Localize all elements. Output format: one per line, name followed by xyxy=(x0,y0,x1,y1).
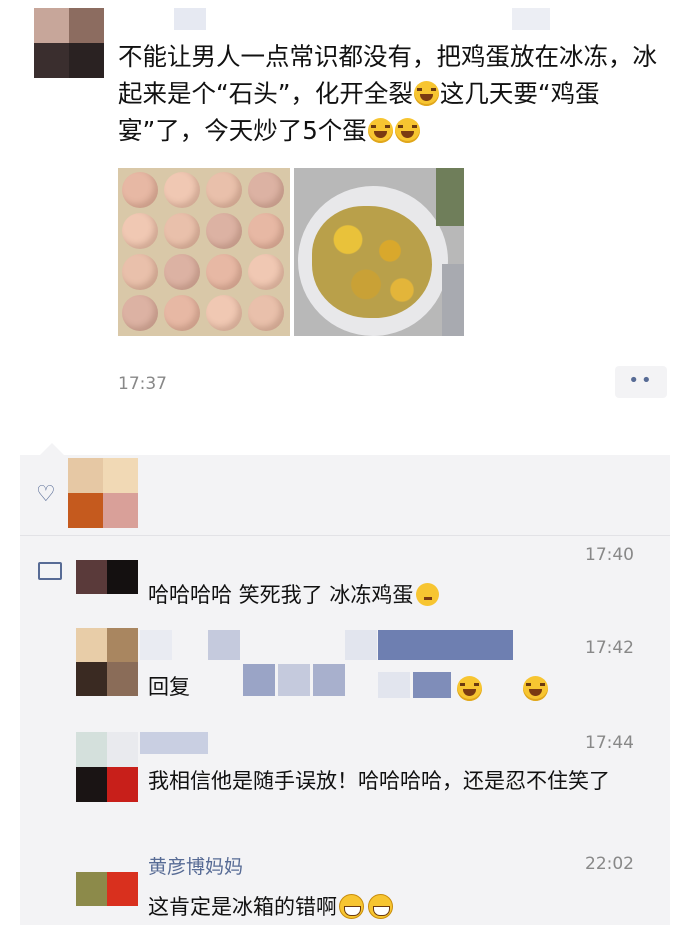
poster-name-blurred xyxy=(174,8,206,30)
comment-text-4: 这肯定是冰箱的错啊 xyxy=(148,892,395,923)
crying-laughing-emoji-icon xyxy=(394,118,420,143)
comment-time-1: 17:40 xyxy=(585,545,634,565)
egg xyxy=(122,213,158,249)
egg xyxy=(206,295,242,331)
side-dish-2 xyxy=(442,264,464,336)
poster-name-blurred-2 xyxy=(512,8,550,30)
comment-icon xyxy=(38,562,62,580)
egg xyxy=(122,254,158,290)
heart-outline-icon: ♡ xyxy=(36,482,56,507)
photo-eggs-tray[interactable] xyxy=(118,168,290,336)
scrambled-egg-pile xyxy=(312,206,432,318)
grinning-emoji-icon xyxy=(368,894,393,919)
commenter-avatar-3[interactable] xyxy=(76,732,138,802)
blurred-name-2g xyxy=(378,630,513,660)
post-time: 17:37 xyxy=(118,374,167,394)
poster-avatar[interactable] xyxy=(34,8,104,78)
blurred-name-2i xyxy=(413,672,451,698)
commenter-avatar-1[interactable] xyxy=(76,560,138,594)
thinking-emoji-icon xyxy=(416,583,440,606)
comment-time-2: 17:42 xyxy=(585,638,634,658)
photo-scrambled-eggs[interactable] xyxy=(294,168,464,336)
crying-laughing-emoji-icon xyxy=(367,118,393,143)
comment-time-3: 17:44 xyxy=(585,733,634,753)
blurred-name-2e xyxy=(313,664,345,696)
commenter-name-4[interactable]: 黄彦博妈妈 xyxy=(148,852,243,879)
side-dish xyxy=(436,168,464,226)
commenter-avatar-2[interactable] xyxy=(76,628,138,696)
liker-avatar[interactable] xyxy=(68,458,138,528)
comment-area-notch xyxy=(40,443,64,455)
blurred-name-2d xyxy=(278,664,310,696)
blurred-name-3 xyxy=(140,732,208,754)
egg xyxy=(248,254,284,290)
comment-text-1: 哈哈哈哈 笑死我了 冰冻鸡蛋 xyxy=(148,580,440,611)
egg xyxy=(248,172,284,208)
comment-time-4: 22:02 xyxy=(585,854,634,874)
egg xyxy=(206,172,242,208)
egg xyxy=(164,254,200,290)
egg xyxy=(206,213,242,249)
crying-laughing-emoji-icon xyxy=(523,676,549,701)
egg xyxy=(122,172,158,208)
grinning-emoji-icon xyxy=(339,894,364,919)
comment-text-2: 回复 xyxy=(148,672,190,703)
egg xyxy=(164,213,200,249)
blurred-name-2b xyxy=(208,630,240,660)
comment-text-1-content: 哈哈哈哈 笑死我了 冰冻鸡蛋 xyxy=(148,583,414,607)
egg xyxy=(248,295,284,331)
divider xyxy=(20,535,670,536)
blurred-name-2a xyxy=(140,630,172,660)
more-button[interactable]: •• xyxy=(615,366,667,398)
commenter-avatar-4[interactable] xyxy=(76,872,138,906)
comment-text-2-content: 回复 xyxy=(148,675,190,699)
blurred-name-2h xyxy=(378,672,410,698)
egg xyxy=(248,213,284,249)
crying-laughing-emoji-icon xyxy=(413,81,439,106)
blurred-name-2c xyxy=(243,664,275,696)
more-dots-icon: •• xyxy=(628,370,654,391)
crying-laughing-emoji-icon xyxy=(457,676,482,701)
blurred-name-2f xyxy=(345,630,377,660)
egg xyxy=(206,254,242,290)
egg xyxy=(122,295,158,331)
egg xyxy=(164,172,200,208)
egg xyxy=(164,295,200,331)
comment-text-3: 我相信他是随手误放！哈哈哈哈，还是忍不住笑了 xyxy=(148,769,610,793)
comment-text-4-content: 这肯定是冰箱的错啊 xyxy=(148,895,337,919)
post-content: 不能让男人一点常识都没有，把鸡蛋放在冰冻，冰起来是个“石头”，化开全裂 这几天要“… xyxy=(118,38,658,149)
